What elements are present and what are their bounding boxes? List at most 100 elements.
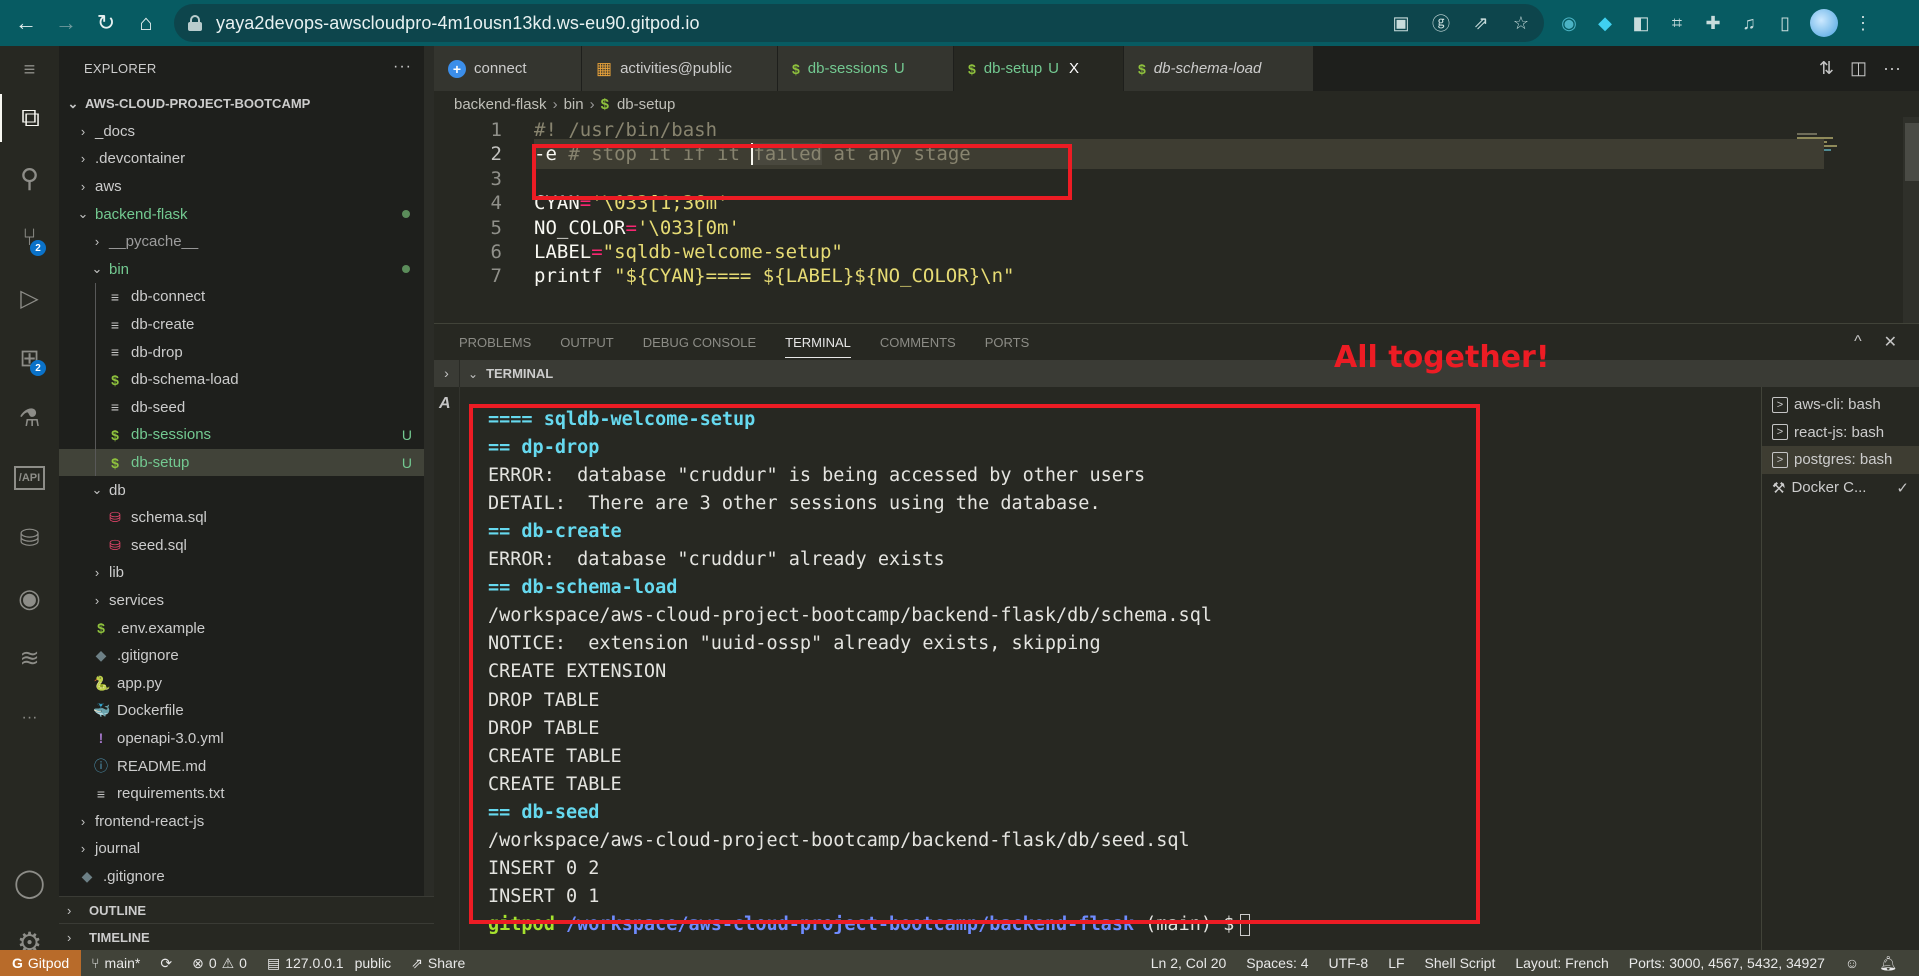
run-debug-icon[interactable]: ▷ — [0, 274, 59, 322]
tree-file[interactable]: ≡ db-seed — [59, 394, 434, 422]
tree-folder[interactable]: › lib — [59, 559, 434, 587]
tree-file[interactable]: $ db-sessions U — [59, 421, 434, 449]
end-of-line[interactable]: LF — [1378, 955, 1414, 971]
outline-section[interactable]: › OUTLINE — [59, 896, 434, 924]
tree-file[interactable]: ≡ db-connect — [59, 283, 434, 311]
address-bar[interactable]: yaya2devops-awscloudpro-4m1ousn13kd.ws-e… — [174, 4, 1544, 42]
tree-folder[interactable]: ⌄ db — [59, 476, 434, 504]
tab-connect[interactable]: + connect — [434, 46, 582, 91]
ad-block-icon[interactable]: ▣ — [1390, 13, 1412, 34]
tree-file[interactable]: $ db-setup U — [59, 448, 434, 477]
database-icon[interactable]: ⛁ — [0, 514, 59, 562]
close-panel-icon[interactable]: ✕ — [1884, 332, 1897, 352]
tab-db-sessions[interactable]: $ db-sessions U — [778, 46, 954, 91]
panel-tab-problems[interactable]: PROBLEMS — [459, 324, 531, 360]
tree-file[interactable]: 🐳 Dockerfile — [59, 697, 434, 725]
breadcrumb-item[interactable]: backend-flask — [454, 96, 547, 113]
problems-indicator[interactable]: ⊗ 0 ⚠ 0 — [182, 955, 257, 972]
azure-icon[interactable]: A — [439, 395, 451, 413]
panel-tab-debug-console[interactable]: DEBUG CONSOLE — [643, 324, 756, 360]
tab-db-schema-load[interactable]: $ db-schema-load — [1124, 46, 1314, 91]
editor-scroll-thumb[interactable] — [1905, 123, 1919, 181]
timeline-section[interactable]: › TIMELINE — [59, 923, 434, 951]
terminal-list-item[interactable]: > postgres: bash — [1762, 446, 1919, 474]
bookmark-star-icon[interactable]: ☆ — [1510, 13, 1532, 34]
breadcrumb-item[interactable]: bin — [564, 96, 584, 113]
chevron-right-icon[interactable]: › — [434, 360, 460, 387]
editor-more-icon[interactable]: ··· — [1883, 58, 1901, 79]
code-line[interactable]: 7 printf "${CYAN}==== ${LABEL}${NO_COLOR}… — [434, 261, 1794, 291]
tree-file[interactable]: ≡ requirements.txt — [59, 780, 434, 808]
branch-indicator[interactable]: ⑂ main* — [81, 955, 150, 971]
tree-file[interactable]: ≡ db-drop — [59, 338, 434, 366]
url-text[interactable]: yaya2devops-awscloudpro-4m1ousn13kd.ws-e… — [216, 13, 700, 34]
tree-folder[interactable]: › __pycache__ — [59, 228, 434, 256]
extensions-icon[interactable]: ⊞ 2 — [0, 334, 59, 382]
indentation[interactable]: Spaces: 4 — [1236, 955, 1318, 971]
extension-1-icon[interactable]: ◉ — [1558, 13, 1580, 34]
tree-file[interactable]: ! openapi-3.0.yml — [59, 725, 434, 753]
share-button[interactable]: ⇗ Share — [401, 955, 475, 972]
panel-tab-output[interactable]: OUTPUT — [560, 324, 613, 360]
cursor-position[interactable]: Ln 2, Col 20 — [1141, 955, 1237, 971]
explorer-more-icon[interactable]: ··· — [393, 58, 412, 76]
tree-file[interactable]: $ db-schema-load — [59, 366, 434, 394]
editor-scrollbar[interactable] — [1903, 117, 1919, 323]
tree-folder[interactable]: › aws — [59, 173, 434, 201]
compare-changes-icon[interactable]: ⇅ — [1819, 58, 1834, 79]
more-icon[interactable]: ··· — [0, 694, 59, 742]
translate-icon[interactable]: ⓖ — [1430, 10, 1452, 36]
terminal-list-item[interactable]: > react-js: bash — [1762, 419, 1919, 447]
ports-indicator[interactable]: Ports: 3000, 4567, 5432, 34927 — [1619, 955, 1835, 971]
language-mode[interactable]: Shell Script — [1415, 955, 1506, 971]
tree-folder[interactable]: › journal — [59, 835, 434, 863]
tree-folder[interactable]: ⌄ backend-flask — [59, 200, 434, 228]
api-icon[interactable]: /API — [0, 454, 59, 502]
testing-icon[interactable]: ⚗ — [0, 394, 59, 442]
breadcrumb-item[interactable]: db-setup — [617, 96, 675, 113]
tab-close-icon[interactable]: X — [1069, 60, 1079, 77]
terminal-list-item[interactable]: > aws-cli: bash — [1762, 391, 1919, 419]
gitpod-button[interactable]: G Gitpod — [0, 950, 82, 976]
terminal-section-header[interactable]: › ⌄ TERMINAL — [434, 360, 1919, 387]
share-icon[interactable]: ⇗ — [1470, 13, 1492, 34]
tree-folder[interactable]: › _docs — [59, 118, 434, 146]
puzzle-icon[interactable]: ✚ — [1702, 13, 1724, 34]
tree-folder[interactable]: ⌄ bin — [59, 256, 434, 284]
panel-tab-terminal[interactable]: TERMINAL — [785, 324, 851, 360]
maximize-panel-icon[interactable]: ^ — [1854, 333, 1862, 351]
redis-icon[interactable]: ≋ — [0, 634, 59, 682]
tree-file[interactable]: ≡ db-create — [59, 311, 434, 339]
forward-button[interactable]: → — [46, 3, 86, 43]
sidepanel-icon[interactable]: ▯ — [1774, 13, 1796, 34]
search-icon[interactable]: ⚲ — [0, 154, 59, 202]
profile-avatar[interactable] — [1810, 9, 1838, 37]
screenshot-icon[interactable]: ⌗ — [1666, 13, 1688, 34]
split-editor-icon[interactable]: ◫ — [1850, 58, 1867, 79]
tree-file[interactable]: ◆ .gitignore — [59, 642, 434, 670]
tree-file[interactable]: ⓘ README.md — [59, 752, 434, 780]
server-indicator[interactable]: ▤ 127.0.0.1 public — [257, 955, 401, 972]
tree-file[interactable]: ◆ .gitignore — [59, 863, 434, 891]
tree-folder[interactable]: › frontend-react-js — [59, 807, 434, 835]
tab-db-setup[interactable]: $ db-setup U X — [954, 46, 1124, 91]
browser-menu-icon[interactable]: ⋮ — [1852, 13, 1874, 34]
terminal-list-item[interactable]: ⚒ Docker C... ✓ — [1762, 474, 1919, 502]
github-icon[interactable]: ◉ — [0, 574, 59, 622]
tree-file[interactable]: ⛁ schema.sql — [59, 504, 434, 532]
feedback-icon[interactable]: ☺ — [1835, 955, 1869, 971]
tree-file[interactable]: 🐍 app.py — [59, 669, 434, 697]
tab-activities-public[interactable]: ▦ activities@public — [582, 46, 778, 91]
extension-3-icon[interactable]: ◧ — [1630, 13, 1652, 34]
source-control-icon[interactable]: ⑂ 2 — [0, 214, 59, 262]
encoding[interactable]: UTF-8 — [1319, 955, 1379, 971]
menu-icon[interactable]: ≡ — [0, 46, 59, 94]
sync-button[interactable]: ⟳ — [150, 955, 182, 972]
tree-folder[interactable]: › services — [59, 587, 434, 615]
explorer-icon[interactable]: ⧉ — [0, 94, 59, 142]
home-button[interactable]: ⌂ — [126, 3, 166, 43]
accounts-icon[interactable]: ◯ — [0, 858, 59, 906]
notifications-bell-icon[interactable]: 🔔︎ — [1869, 955, 1907, 972]
tree-file[interactable]: $ .env.example — [59, 614, 434, 642]
keyboard-layout[interactable]: Layout: French — [1505, 955, 1618, 971]
